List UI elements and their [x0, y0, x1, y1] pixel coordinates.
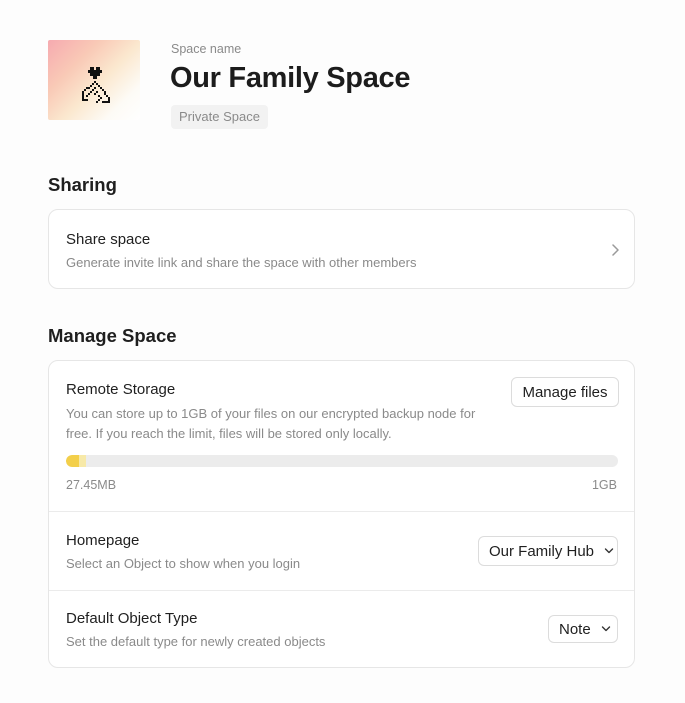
remote-storage-description-line1: You can store up to 1GB of your files on… [66, 406, 476, 421]
share-space-row[interactable]: Share space Generate invite link and sha… [48, 209, 635, 289]
remote-storage-description-line2: free. If you reach the limit, files will… [66, 426, 392, 441]
space-title[interactable]: Our Family Space [170, 62, 410, 95]
chevron-down-icon [601, 626, 610, 632]
share-space-title: Share space [66, 231, 151, 248]
manage-space-card: Remote Storage You can store up to 1GB o… [48, 360, 635, 668]
chevron-down-icon [604, 548, 614, 554]
default-object-type-selected-value: Note [559, 620, 591, 638]
storage-progress-fill [66, 455, 86, 467]
storage-progress-bar [66, 455, 618, 467]
homepage-description: Select an Object to show when you login [66, 556, 301, 571]
homepage-select[interactable]: Our Family Hub [478, 536, 618, 566]
storage-used-label: 27.45MB [66, 478, 117, 492]
remote-storage-title: Remote Storage [66, 381, 176, 398]
default-object-type-description: Set the default type for newly created o… [66, 634, 326, 649]
homepage-row: Homepage Select an Object to show when y… [49, 512, 634, 590]
manage-files-button[interactable]: Manage files [511, 377, 619, 407]
remote-storage-row: Remote Storage You can store up to 1GB o… [49, 361, 634, 511]
storage-limit-label: 1GB [591, 478, 617, 492]
homepage-title: Homepage [66, 532, 140, 549]
homepage-selected-value: Our Family Hub [489, 542, 595, 560]
sharing-section-title: Sharing [48, 174, 117, 195]
manage-space-section-title: Manage Space [48, 325, 177, 346]
family-heart-icon [82, 67, 110, 103]
default-object-type-title: Default Object Type [66, 610, 198, 627]
chevron-right-icon [612, 244, 619, 256]
privacy-badge: Private Space [171, 105, 268, 129]
default-object-type-select[interactable]: Note [548, 615, 618, 643]
space-icon[interactable] [48, 40, 140, 120]
share-space-description: Generate invite link and share the space… [66, 255, 417, 270]
space-name-label: Space name [171, 42, 242, 56]
default-object-type-row: Default Object Type Set the default type… [49, 591, 634, 669]
